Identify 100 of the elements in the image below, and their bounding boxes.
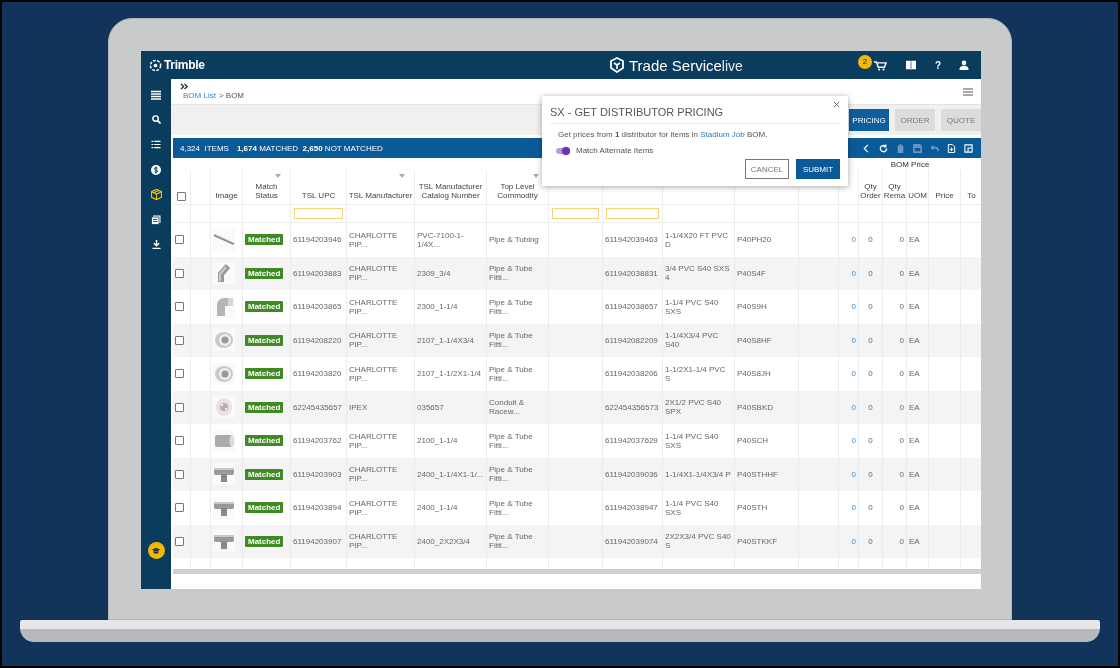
catalog-cell: 2309_3/4 — [417, 268, 451, 278]
status-badge: Matched — [245, 368, 284, 380]
quantity-cell: 0 — [868, 536, 873, 546]
upc-cell: 611942039074 — [605, 536, 658, 546]
column-header[interactable]: TSL UPC — [301, 192, 336, 201]
upc-cell: 61194203762 — [293, 436, 342, 446]
status-badge: Matched — [245, 401, 284, 413]
upc-cell: 61194203883 — [293, 268, 342, 278]
quantity-cell: 0 — [868, 369, 873, 379]
column-header[interactable]: Top Level Commodity — [488, 183, 547, 201]
quantity-link[interactable]: 0 — [851, 268, 856, 278]
description-cell-text: 1-1/4 PVC S40 SXS — [665, 498, 720, 517]
quantity-link[interactable]: 0 — [851, 536, 856, 546]
upc-cell: 611942038947 — [605, 503, 658, 513]
description-cell-text: 2X1/2 PVC S40 SPX — [665, 398, 723, 417]
commodity-cell: Pipe & Tubing — [489, 235, 539, 245]
unit-cell: EA — [909, 302, 920, 312]
commodity-cell-text: Pipe & Tube Fitti... — [489, 498, 534, 517]
upc-cell: 62245435657 — [293, 402, 342, 412]
commodity-cell-text: Pipe & Tube Fitti... — [489, 532, 534, 551]
quantity-cell: 0 — [899, 436, 904, 446]
unit-cell: EA — [909, 369, 920, 379]
catalog-cell: 2400_2X2X3/4 — [417, 536, 470, 546]
quantity-link[interactable]: 0 — [851, 235, 856, 245]
status-badge: Matched — [245, 234, 284, 246]
column-header[interactable]: Match Status — [244, 183, 289, 201]
dialog-title: SX - GET DISTRIBUTOR PRICING — [550, 106, 724, 118]
manufacturer-cell-text: CHARLOTTE PIP... — [349, 297, 399, 316]
quantity-cell: 0 — [899, 369, 904, 379]
quantity-link[interactable]: 0 — [851, 469, 856, 479]
toggle-label: Match Alternate Items — [576, 146, 654, 155]
breadcrumb-link[interactable]: BOM List — [183, 91, 216, 100]
match-counts: 1,674 MATCHED 2,650 NOT MATCHED — [236, 143, 383, 153]
quantity-link[interactable]: 0 — [851, 369, 856, 379]
part-number-cell: P40SCH — [737, 436, 769, 446]
column-header[interactable]: Qty Order — [860, 183, 881, 201]
column-header[interactable]: TSL Manufacturer Catalog Number — [416, 183, 485, 201]
catalog-cell: 2100_1-1/4 — [417, 436, 458, 446]
upc-cell: 61194203946 — [293, 235, 342, 245]
part-number-cell: P40S8JH — [737, 369, 771, 379]
commodity-cell-text: Pipe & Tube Fitti... — [489, 431, 534, 450]
help-button[interactable]: ? — [934, 59, 941, 71]
quantity-cell: 0 — [868, 503, 873, 513]
quantity-cell: 0 — [899, 335, 904, 345]
job-link[interactable]: Stadium Job — [700, 130, 745, 139]
catalog-cell: 2107_1-1/4X3/4 — [417, 335, 474, 345]
action-button[interactable]: PRICING — [849, 109, 889, 131]
commodity-cell-text: Pipe & Tube Fitti... — [489, 297, 534, 316]
quantity-cell: 0 — [899, 268, 904, 278]
column-header[interactable]: Image — [215, 192, 238, 201]
logo-text: Trimble — [164, 58, 205, 72]
column-group-header: BOM Price — [889, 159, 931, 169]
quantity-cell: 0 — [868, 268, 873, 278]
description-cell-text: 1-1/4X20 FT PVC D — [665, 230, 729, 249]
quantity-link[interactable]: 0 — [851, 402, 856, 412]
unit-cell: EA — [909, 436, 920, 446]
commodity-cell-text: Conduit & Racew... — [489, 398, 526, 417]
manufacturer-cell-text: CHARLOTTE PIP... — [349, 532, 399, 551]
quantity-cell: 0 — [899, 402, 904, 412]
status-badge: Matched — [245, 435, 284, 447]
quantity-link[interactable]: 0 — [851, 503, 856, 513]
column-header[interactable]: Price — [935, 192, 954, 201]
quantity-cell: 0 — [868, 436, 873, 446]
quantity-cell: 0 — [868, 302, 873, 312]
commodity-cell-text: Pipe & Tube Fitti... — [489, 264, 534, 283]
unit-cell: EA — [909, 335, 920, 345]
part-number-cell: P40SBKD — [737, 402, 774, 412]
catalog-cell-text: PVC-7100-1-1/4X... — [417, 230, 465, 249]
upc-cell: 611942039036 — [605, 469, 658, 479]
column-header[interactable]: TSL Manufacturer — [348, 192, 413, 201]
description-cell-text: 1-1/4 PVC S40 SXS — [665, 431, 720, 450]
catalog-cell: 2300_1-1/4 — [417, 302, 458, 312]
column-header[interactable]: To — [967, 192, 976, 201]
status-badge: Matched — [245, 301, 284, 313]
item-count: 4,324 ITEMS — [180, 143, 229, 153]
unit-cell: EA — [909, 503, 920, 513]
unit-cell: EA — [909, 469, 920, 479]
catalog-cell: 2400_1-1/4 — [417, 503, 458, 513]
quantity-link[interactable]: 0 — [851, 335, 856, 345]
part-number-cell: P40S8HF — [737, 335, 772, 345]
unit-cell: EA — [909, 536, 920, 546]
cancel-button[interactable]: CANCEL — [745, 159, 789, 179]
submit-button[interactable]: SUBMIT — [796, 159, 840, 179]
quantity-link[interactable]: 0 — [851, 436, 856, 446]
status-badge: Matched — [245, 468, 284, 480]
unit-cell: EA — [909, 268, 920, 278]
commodity-cell-text: Pipe & Tube Fitti... — [489, 364, 534, 383]
description-cell-text: 3/4 PVC S40 SXS 4 — [665, 264, 731, 283]
quantity-cell: 0 — [899, 302, 904, 312]
column-header[interactable]: Qty Rema — [883, 183, 906, 201]
column-header[interactable]: UOM — [908, 192, 927, 201]
commodity-cell-text: Pipe & Tube Fitti... — [489, 465, 534, 484]
quantity-cell: 0 — [899, 536, 904, 546]
status-badge: Matched — [245, 535, 284, 547]
quantity-link[interactable]: 0 — [851, 302, 856, 312]
upc-cell: 61194203907 — [293, 536, 342, 546]
upc-cell: 611942038206 — [605, 369, 658, 379]
upc-cell: 611942082209 — [605, 335, 658, 345]
quantity-cell: 0 — [868, 469, 873, 479]
upc-cell: 61194203903 — [293, 469, 342, 479]
